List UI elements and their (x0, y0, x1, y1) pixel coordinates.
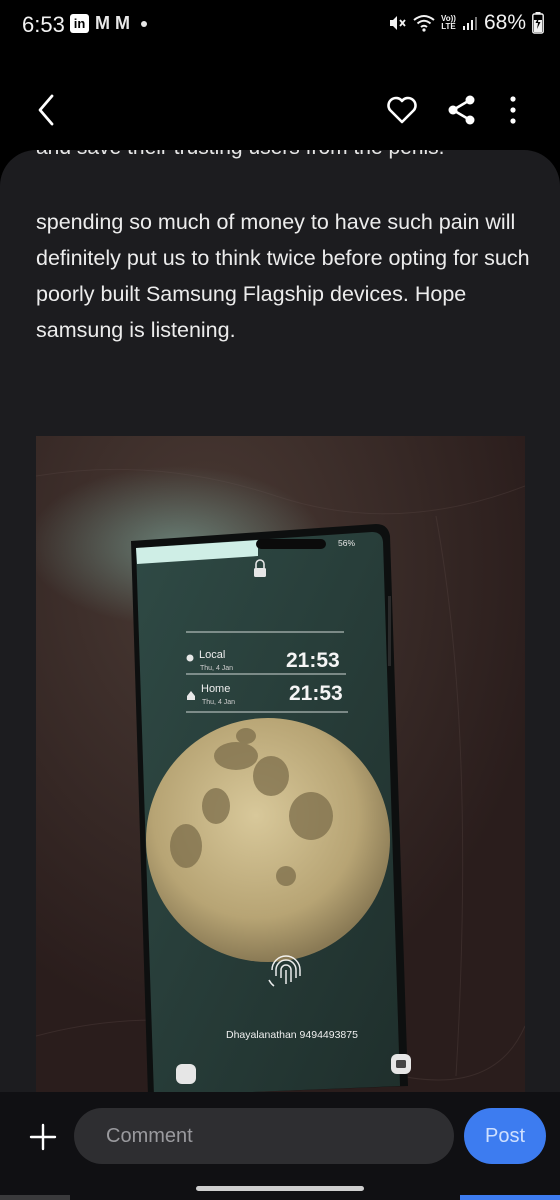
notification-icons: in M M (70, 13, 147, 34)
clock-local-date: Thu, 4 Jan (200, 665, 233, 672)
more-vertical-icon[interactable] (498, 92, 528, 128)
clock-home-date: Thu, 4 Jan (202, 699, 235, 706)
battery-percent: 68% (483, 11, 526, 34)
signal-icon (462, 17, 477, 30)
comment-input[interactable] (74, 1108, 454, 1164)
wifi-icon (413, 15, 435, 32)
share-icon[interactable] (444, 92, 480, 128)
battery-charging-icon (532, 12, 544, 34)
phone-status-text: 56% (338, 538, 355, 548)
volte-icon: Vo)) LTE (441, 15, 456, 31)
comment-bar: Post (0, 1092, 560, 1200)
post-image[interactable]: 56% Local Thu, 4 Jan 21:53 Home Thu, 4 J… (36, 436, 525, 1092)
gesture-handle[interactable] (196, 1186, 364, 1191)
status-bar: 6:53 in M M Vo)) LTE 68% (0, 0, 560, 50)
photo-of-phone-with-damaged-screen: 56% Local Thu, 4 Jan 21:53 Home Thu, 4 J… (36, 436, 525, 1092)
clock-home-label: Home (201, 683, 230, 695)
system-status: Vo)) LTE 68% (387, 11, 544, 35)
heart-outline-icon[interactable] (384, 92, 420, 128)
plus-icon[interactable] (26, 1120, 60, 1154)
post-content[interactable]: and save their trusting users from the p… (0, 150, 560, 1092)
top-app-bar (0, 70, 560, 148)
gmail-icon: M (115, 13, 130, 33)
bottom-peek-strip (0, 1195, 560, 1200)
clock-home-time: 21:53 (289, 682, 343, 705)
chevron-left-icon[interactable] (28, 90, 68, 130)
owner-info-text: Dhayalanathan 9494493875 (226, 1029, 358, 1041)
volte-bottom-label: LTE (441, 22, 456, 31)
gmail-icon: M (95, 13, 110, 33)
mute-icon (390, 16, 406, 30)
more-notifications-icon (141, 20, 147, 27)
post-text-partial-line: and save their trusting users from the p… (36, 150, 445, 160)
status-time: 6:53 (22, 12, 65, 37)
post-button[interactable]: Post (464, 1108, 546, 1164)
linkedin-icon: in (70, 14, 89, 33)
post-paragraph: spending so much of money to have such p… (36, 210, 530, 342)
clock-local-label: Local (199, 649, 225, 661)
clock-local-time: 21:53 (286, 649, 340, 672)
